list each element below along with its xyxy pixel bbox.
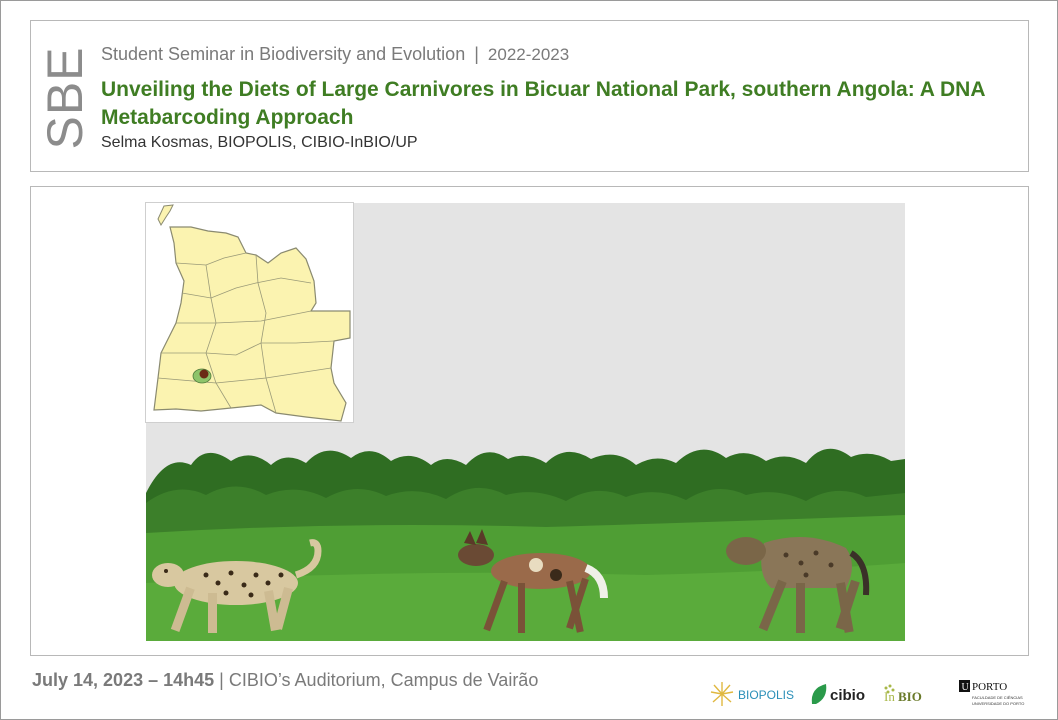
angola-map-inset (145, 202, 354, 423)
event-location: CIBIO’s Auditorium, Campus de Vairão (228, 670, 539, 690)
speaker-affiliation: Selma Kosmas, BIOPOLIS, CIBIO-InBIO/UP (101, 134, 418, 151)
event-date-time: July 14, 2023 – 14h45 (32, 670, 215, 690)
sbe-logo-text: SBE (37, 46, 93, 150)
angola-mainland (153, 226, 351, 422)
image-panel (30, 186, 1029, 656)
seminar-separator: | (474, 44, 479, 64)
seminar-year: 2022-2023 (487, 45, 570, 64)
biopolis-logo-text: BIOPOLIS (738, 688, 794, 702)
cabinda-enclave (157, 204, 174, 227)
seminar-series-line: Student Seminar in Biodiversity and Evol… (101, 44, 569, 65)
uporto-faculty-text: FACULDADE DE CIÊNCIAS (972, 695, 1023, 700)
uporto-logo: U PORTO FACULDADE DE CIÊNCIAS UNIVERSIDA… (959, 680, 1024, 706)
leaf-icon (811, 684, 827, 704)
uporto-university-text: UNIVERSIDADE DO PORTO (972, 701, 1024, 706)
inbio-suffix-text: BIO (898, 689, 922, 704)
angola-map (153, 204, 351, 422)
study-site-marker (199, 369, 209, 379)
inbio-logo: In BIO (884, 684, 922, 704)
sunburst-icon (710, 682, 734, 706)
cibio-logo-text: cibio (830, 687, 865, 704)
uporto-name-text: PORTO (972, 681, 1007, 693)
cibio-logo: cibio (811, 684, 865, 704)
talk-title: Unveiling the Diets of Large Carnivores … (101, 78, 985, 129)
uporto-u-letter: U (962, 682, 970, 693)
header-panel: SBE Student Seminar in Biodiversity and … (30, 20, 1029, 172)
event-date-location: July 14, 2023 – 14h45 | CIBIO’s Auditori… (32, 670, 538, 691)
sbe-logo: SBE (37, 43, 93, 153)
biopolis-logo: BIOPOLIS (710, 682, 794, 706)
seminar-name: Student Seminar in Biodiversity and Evol… (101, 44, 466, 64)
footer-separator: | (219, 670, 224, 690)
inbio-prefix-text: In (884, 689, 895, 704)
